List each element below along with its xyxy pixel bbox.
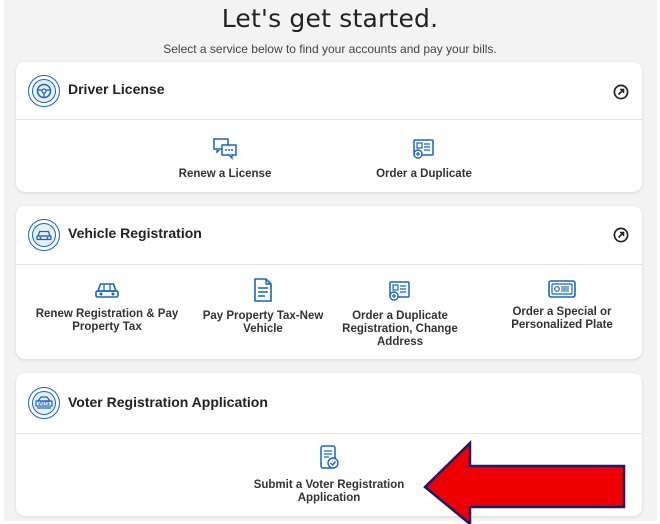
driver-license-card: Driver License Renew a License Order a D… <box>16 62 642 192</box>
document-icon <box>254 278 272 302</box>
driver-license-header[interactable]: Driver License <box>16 62 642 120</box>
page-title: Let's get started. <box>221 4 439 33</box>
external-link-icon[interactable] <box>613 227 629 243</box>
order-duplicate-registration-link[interactable]: Order a Duplicate Registration, Change A… <box>336 280 464 349</box>
voter-registration-title: Voter Registration Application <box>68 394 268 410</box>
steering-wheel-icon <box>28 75 60 107</box>
car-icon <box>95 283 119 298</box>
vote-icon: VOTE <box>28 387 60 419</box>
order-duplicate-license-link[interactable]: Order a Duplicate <box>364 138 484 181</box>
chat-bubbles-icon <box>213 138 237 160</box>
car-icon <box>28 219 60 251</box>
pay-property-tax-link[interactable]: Pay Property Tax-New Vehicle <box>188 278 338 336</box>
vehicle-registration-card: Vehicle Registration Renew Registration … <box>16 206 642 359</box>
id-card-add-icon <box>413 139 434 159</box>
page-subtitle: Select a service below to find your acco… <box>163 42 497 56</box>
voter-registration-header[interactable]: VOTE Voter Registration Application <box>16 373 642 434</box>
renew-license-link[interactable]: Renew a License <box>170 138 280 181</box>
vehicle-registration-header[interactable]: Vehicle Registration <box>16 206 642 265</box>
phone-check-icon <box>320 445 339 469</box>
driver-license-title: Driver License <box>68 81 165 97</box>
submit-voter-registration-link[interactable]: Submit a Voter Registration Application <box>251 445 407 505</box>
renew-registration-link[interactable]: Renew Registration & Pay Property Tax <box>26 280 188 334</box>
order-special-plate-link[interactable]: Order a Special or Personalized Plate <box>494 280 630 332</box>
vehicle-registration-title: Vehicle Registration <box>68 225 202 241</box>
id-card-add-icon <box>389 281 410 301</box>
window-frame-left <box>0 0 4 524</box>
license-plate-icon <box>548 280 576 298</box>
external-link-icon[interactable] <box>613 84 629 100</box>
red-arrow-annotation <box>423 440 626 524</box>
svg-text:VOTE: VOTE <box>38 401 50 406</box>
